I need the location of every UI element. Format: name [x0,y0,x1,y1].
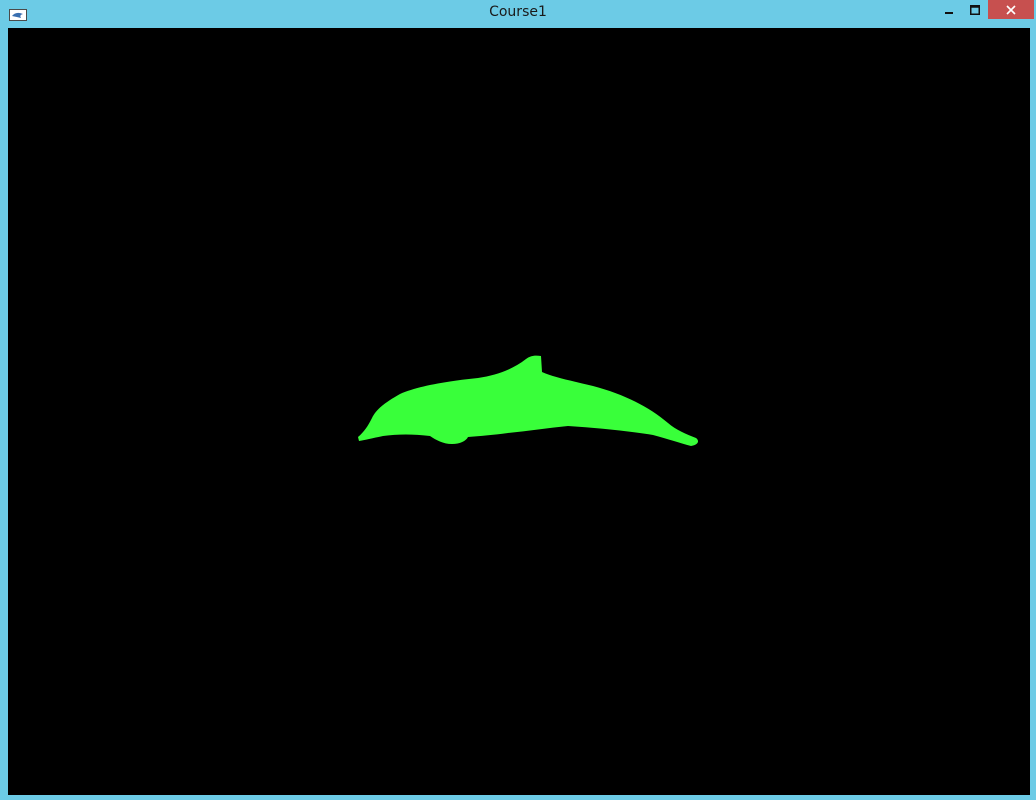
app-window: Course1 [0,0,1036,800]
title-bar[interactable]: Course1 [0,0,1036,27]
dolphin-silhouette [358,355,699,446]
close-icon [1006,0,1016,19]
maximize-button[interactable] [962,0,988,19]
minimize-icon [944,0,954,19]
window-title: Course1 [489,4,547,20]
close-button[interactable] [988,0,1034,19]
render-viewport[interactable] [8,28,1030,795]
dolphin-model [358,355,699,446]
maximize-icon [970,0,980,19]
minimize-button[interactable] [936,0,962,19]
